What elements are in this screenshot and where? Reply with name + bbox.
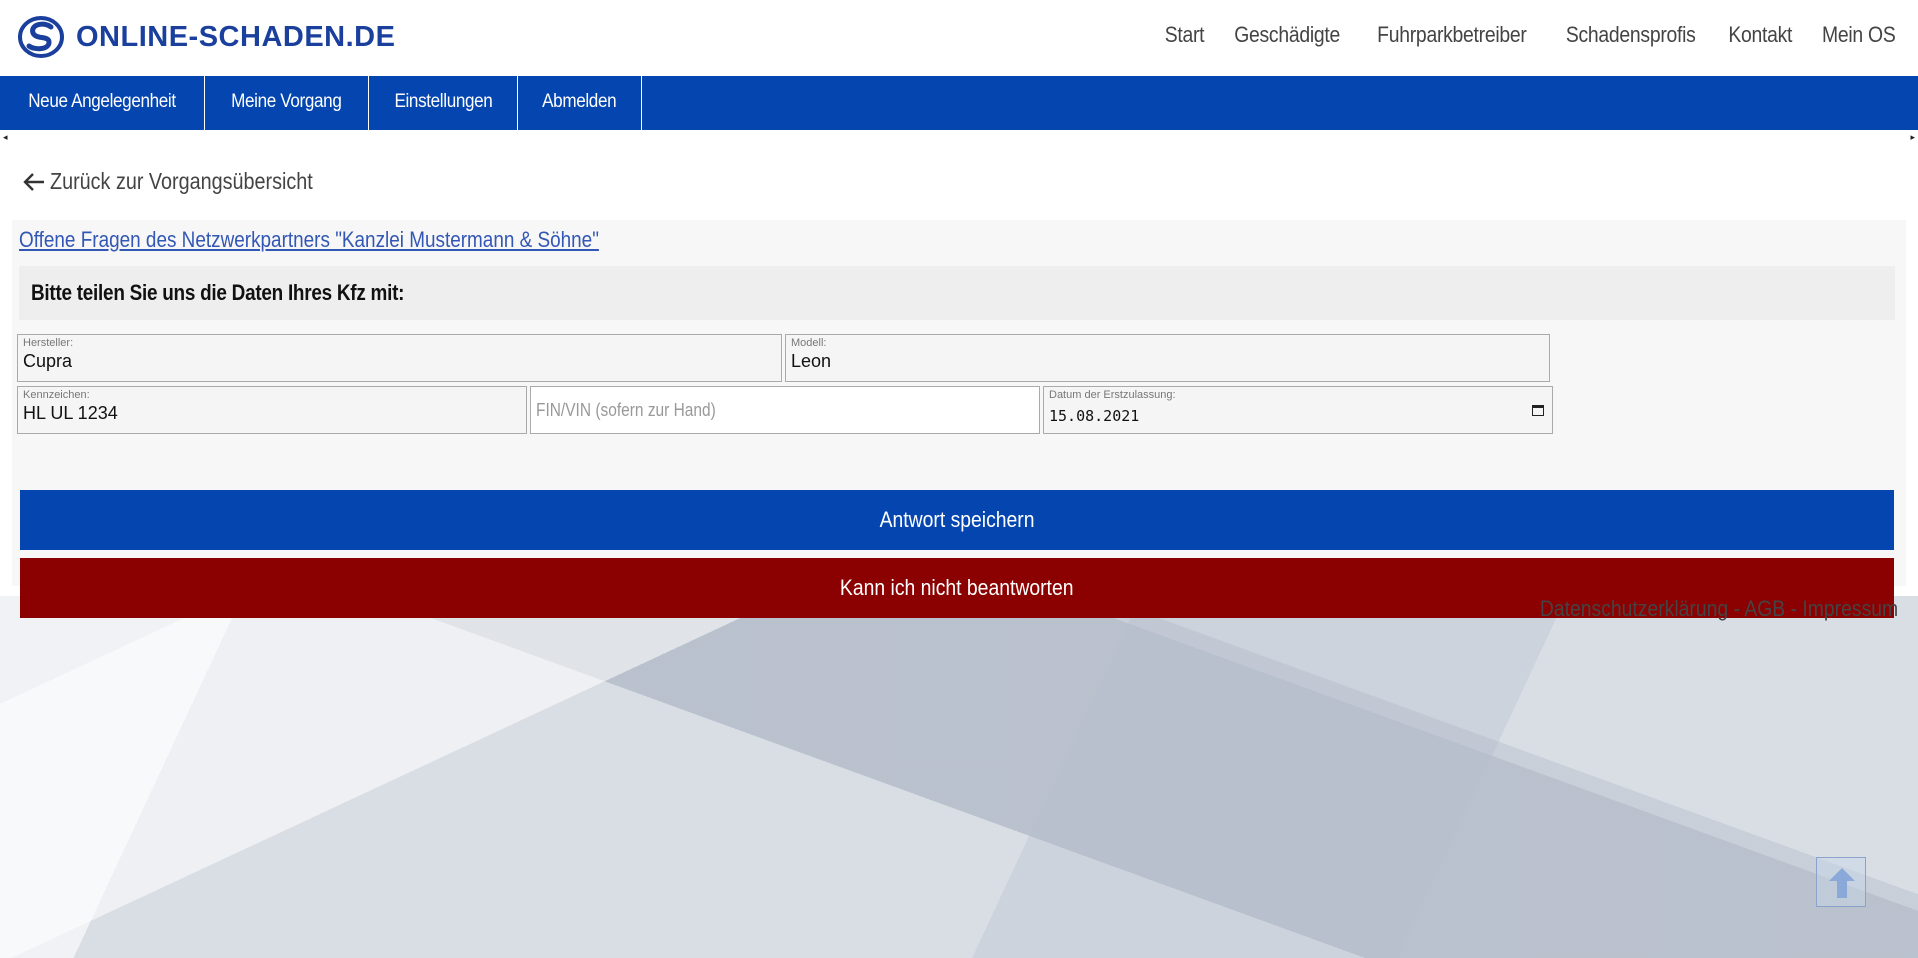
nav-geschaedigte[interactable]: Geschädigte [1225, 22, 1348, 48]
model-label: Modell: [791, 337, 827, 349]
site-logo[interactable]: ONLINE-SCHADEN.DE [18, 16, 395, 58]
license-plate-label: Kennzeichen: [23, 389, 90, 401]
question-box: Bitte teilen Sie uns die Daten Ihres Kfz… [19, 266, 1895, 320]
scroll-right-arrow-icon[interactable]: ▸ [1910, 132, 1915, 143]
nav-schadensprofis[interactable]: Schadensprofis [1557, 22, 1704, 48]
back-to-overview-link[interactable]: Zurück zur Vorgangsübersicht [22, 168, 356, 195]
vin-field[interactable]: FIN/VIN (sofern zur Hand) [530, 386, 1040, 434]
save-answer-label: Antwort speichern [879, 507, 1035, 532]
scroll-to-top-button[interactable] [1816, 857, 1866, 907]
first-registration-field[interactable]: Datum der Erstzulassung: [1043, 386, 1553, 434]
back-link-label: Zurück zur Vorgangsübersicht [50, 168, 313, 194]
logo-icon [18, 16, 64, 58]
arrow-left-icon [23, 172, 44, 191]
nav-start[interactable]: Start [1155, 22, 1212, 48]
license-plate-input[interactable] [23, 403, 491, 424]
top-navigation: Start Geschädigte Fuhrparkbetreiber Scha… [1152, 22, 1910, 48]
menu-label: Einstellungen [394, 91, 493, 112]
nav-kontakt[interactable]: Kontakt [1720, 22, 1801, 48]
menu-label: Abmelden [542, 91, 617, 112]
menu-einstellungen[interactable]: Einstellungen [369, 76, 519, 130]
cannot-answer-label: Kann ich nicht beantworten [840, 575, 1074, 600]
main-content: ◂ ▸ Zurück zur Vorgangsübersicht Offene … [0, 130, 1918, 618]
footer-links[interactable]: Datenschutzerklärung - AGB - Impressum [1491, 596, 1898, 622]
save-answer-button[interactable]: Antwort speichern [20, 490, 1894, 550]
first-registration-input[interactable] [1049, 407, 1517, 425]
menu-meine-vorgang[interactable]: Meine Vorgang [205, 76, 369, 130]
question-panel: Offene Fragen des Netzwerkpartners "Kanz… [12, 220, 1906, 618]
manufacturer-label: Hersteller: [23, 337, 74, 349]
arrow-up-icon [1829, 868, 1855, 898]
model-field[interactable]: Modell: [785, 334, 1550, 382]
nav-mein-os[interactable]: Mein OS [1813, 22, 1904, 48]
question-text: Bitte teilen Sie uns die Daten Ihres Kfz… [31, 280, 405, 305]
nav-fuhrparkbetreiber[interactable]: Fuhrparkbetreiber [1368, 22, 1535, 48]
menu-label: Meine Vorgang [231, 91, 342, 112]
first-registration-label: Datum der Erstzulassung: [1049, 389, 1176, 401]
site-header: ONLINE-SCHADEN.DE Start Geschädigte Fuhr… [0, 0, 1918, 76]
footer-text: Datenschutzerklärung - AGB - Impressum [1539, 596, 1898, 621]
license-plate-field[interactable]: Kennzeichen: [17, 386, 527, 434]
model-input[interactable] [791, 351, 1514, 372]
menu-neue-angelegenheit[interactable]: Neue Angelegenheit [0, 76, 205, 130]
account-menu-bar: Neue Angelegenheit Meine Vorgang Einstel… [0, 76, 1918, 130]
menu-label: Neue Angelegenheit [28, 91, 176, 112]
vin-placeholder: FIN/VIN (sofern zur Hand) [536, 400, 716, 420]
partner-questions-link[interactable]: Offene Fragen des Netzwerkpartners "Kanz… [19, 227, 599, 253]
manufacturer-field[interactable]: Hersteller: [17, 334, 782, 382]
logo-text: ONLINE-SCHADEN.DE [76, 20, 396, 53]
menu-abmelden[interactable]: Abmelden [518, 76, 642, 130]
manufacturer-input[interactable] [23, 351, 746, 372]
calendar-icon[interactable] [1532, 405, 1544, 416]
scroll-left-arrow-icon[interactable]: ◂ [3, 132, 8, 143]
